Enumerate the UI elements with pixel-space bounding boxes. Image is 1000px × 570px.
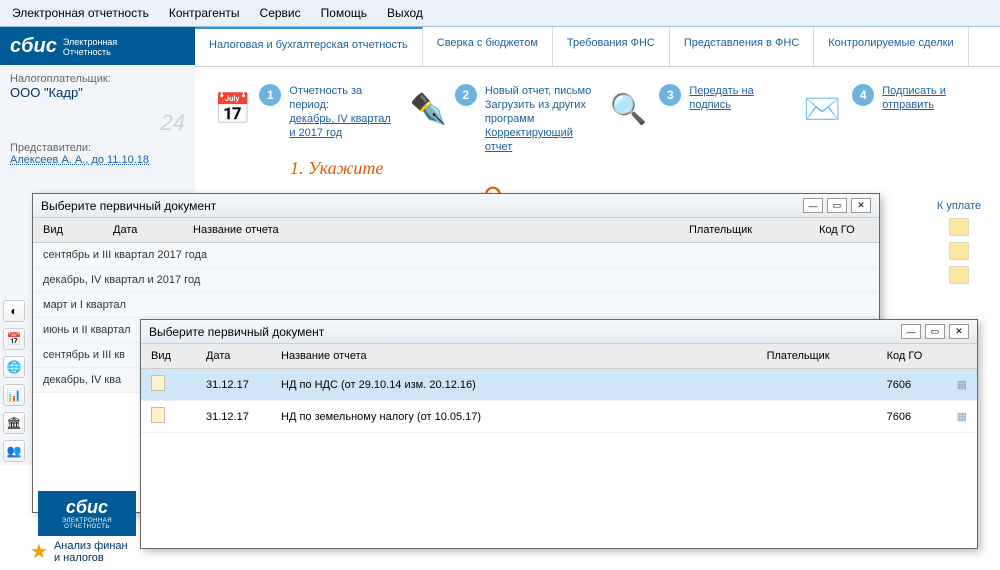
step4-badge: 4 xyxy=(852,84,874,106)
star-icon: ★ xyxy=(30,539,48,564)
menu-service[interactable]: Сервис xyxy=(256,4,305,22)
step3-badge: 3 xyxy=(659,84,681,106)
menu-exit[interactable]: Выход xyxy=(383,4,427,22)
col-date[interactable]: Дата xyxy=(103,218,183,243)
tab-controlled[interactable]: Контролируемые сделки xyxy=(814,27,968,66)
envelope-icon: ✉️ xyxy=(801,84,845,134)
dialog1-title: Выберите первичный документ xyxy=(41,199,216,213)
taxpayer-label: Налогоплательщик: xyxy=(10,73,185,85)
side-icon[interactable]: 📅 xyxy=(3,328,25,350)
step4-link[interactable]: Подписать и отправить xyxy=(882,85,946,111)
close-button[interactable]: ✕ xyxy=(949,324,969,339)
period-group[interactable]: сентябрь и III квартал 2017 года xyxy=(33,243,879,268)
period-group[interactable]: декабрь, IV квартал и 2017 год xyxy=(33,268,879,293)
side-icon[interactable]: 👥 xyxy=(3,440,25,462)
col-payer[interactable]: Плательщик xyxy=(757,344,877,369)
tabs: Налоговая и бухгалтерская отчетность Све… xyxy=(195,27,1000,66)
step-3: 🔍 3 Передать на подпись xyxy=(605,84,791,154)
menubar: Электронная отчетность Контрагенты Серви… xyxy=(0,0,1000,27)
col-date[interactable]: Дата xyxy=(196,344,271,369)
step-4: ✉️ 4 Подписать и отправить xyxy=(801,84,987,154)
document-icon xyxy=(151,407,165,423)
tab-tax[interactable]: Налоговая и бухгалтерская отчетность xyxy=(195,27,423,66)
tab-fns-pres[interactable]: Представления в ФНС xyxy=(670,27,814,66)
tab-fns-req[interactable]: Требования ФНС xyxy=(553,27,670,66)
step1-badge: 1 xyxy=(259,84,281,106)
row-action-icon[interactable]: ▦ xyxy=(957,379,967,391)
step2-correcting-link[interactable]: Корректирующий отчет xyxy=(485,127,573,153)
side-icon[interactable]: 🌐 xyxy=(3,356,25,378)
dialog2-titlebar[interactable]: Выберите первичный документ — ▭ ✕ xyxy=(141,320,977,344)
minimize-button[interactable]: — xyxy=(901,324,921,339)
step-2: ✒️ 2 Новый отчет, письмо Загрузить из др… xyxy=(410,84,596,154)
table-row[interactable]: 31.12.17 НД по земельному налогу (от 10.… xyxy=(141,401,977,433)
pay-label: К уплате xyxy=(924,200,994,212)
col-payer[interactable]: Плательщик xyxy=(679,218,809,243)
step1-period-link[interactable]: декабрь, IV квартал и 2017 год xyxy=(289,113,390,139)
logo-sub: ЭлектроннаяОтчетность xyxy=(63,37,117,57)
step3-link[interactable]: Передать на подпись xyxy=(689,85,753,111)
document-icon xyxy=(151,375,165,391)
step-1: 📅 1 Отчетность за период: декабрь, IV кв… xyxy=(214,84,400,154)
pay-chip[interactable] xyxy=(949,242,969,260)
header: сбис ЭлектроннаяОтчетность Налоговая и б… xyxy=(0,27,1000,67)
menu-contractors[interactable]: Контрагенты xyxy=(165,4,244,22)
menu-help[interactable]: Помощь xyxy=(317,4,371,22)
step1-label: Отчетность за период: xyxy=(289,84,399,112)
logo-text: сбис xyxy=(10,35,57,58)
pay-chip[interactable] xyxy=(949,218,969,236)
analysis-link[interactable]: ★ Анализ финани налогов xyxy=(30,539,128,564)
col-code[interactable]: Код ГО xyxy=(877,344,947,369)
magnifier-icon: 🔍 xyxy=(605,84,651,134)
step2-load[interactable]: Загрузить из других программ xyxy=(485,98,595,126)
col-vid[interactable]: Вид xyxy=(33,218,103,243)
col-vid[interactable]: Вид xyxy=(141,344,196,369)
steps-row: 📅 1 Отчетность за период: декабрь, IV кв… xyxy=(200,80,1000,158)
reps-label: Представители: xyxy=(10,142,185,154)
pay-chip[interactable] xyxy=(949,266,969,284)
taxpayer-name[interactable]: ООО "Кадр" xyxy=(10,85,185,100)
calendar-icon: 📅 xyxy=(214,84,251,134)
side-icon[interactable]: 📊 xyxy=(3,384,25,406)
dialog-select-doc-2: Выберите первичный документ — ▭ ✕ Вид Да… xyxy=(140,319,978,549)
dialog2-title: Выберите первичный документ xyxy=(149,325,324,339)
minimize-button[interactable]: — xyxy=(803,198,823,213)
menu-reports[interactable]: Электронная отчетность xyxy=(8,4,153,22)
col-name[interactable]: Название отчета xyxy=(271,344,757,369)
dialog1-titlebar[interactable]: Выберите первичный документ — ▭ ✕ xyxy=(33,194,879,218)
rep-name[interactable]: Алексеев А. А., до 11.10.18 xyxy=(10,154,185,166)
side-icon[interactable]: 🏛 xyxy=(3,412,25,434)
side-icon[interactable]: ◐ xyxy=(3,300,25,322)
maximize-button[interactable]: ▭ xyxy=(827,198,847,213)
close-button[interactable]: ✕ xyxy=(851,198,871,213)
maximize-button[interactable]: ▭ xyxy=(925,324,945,339)
table-row[interactable]: 31.12.17 НД по НДС (от 29.10.14 изм. 20.… xyxy=(141,369,977,401)
col-code[interactable]: Код ГО xyxy=(809,218,879,243)
side-icons: ◐ 📅 🌐 📊 🏛 👥 xyxy=(3,300,25,462)
col-name[interactable]: Название отчета xyxy=(183,218,679,243)
row-action-icon[interactable]: ▦ xyxy=(957,411,967,423)
bottom-logo: сбиc ЭЛЕКТРОННАЯ ОТЧЕТНОСТЬ xyxy=(38,491,136,536)
annotation-1: 1. Укажите xyxy=(290,158,383,179)
logo: сбис ЭлектроннаяОтчетность xyxy=(0,27,195,66)
tab-sverka[interactable]: Сверка с бюджетом xyxy=(423,27,553,66)
step2-badge: 2 xyxy=(455,84,477,106)
pen-icon: ✒️ xyxy=(410,84,447,134)
watermark: 24 xyxy=(10,110,185,136)
step2-new[interactable]: Новый отчет, письмо xyxy=(485,84,595,98)
period-group[interactable]: март и I квартал xyxy=(33,293,879,318)
right-panel: К уплате xyxy=(924,200,994,290)
dialog2-table: Вид Дата Название отчета Плательщик Код … xyxy=(141,344,977,433)
